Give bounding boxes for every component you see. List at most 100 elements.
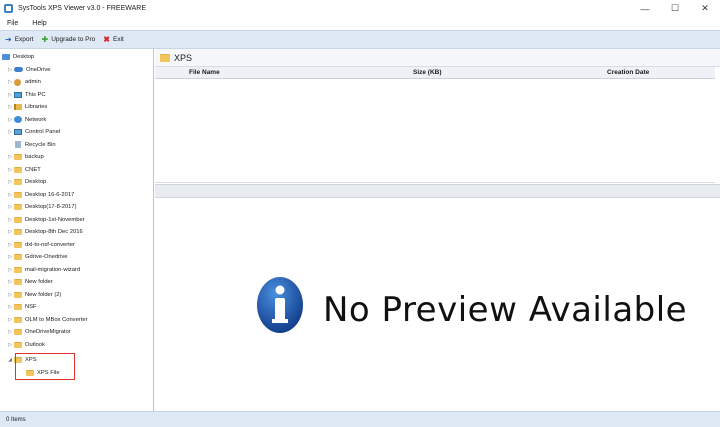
expand-arrow-icon[interactable]: ▷ <box>6 104 14 110</box>
export-button[interactable]: ➜ Export <box>5 34 34 44</box>
tree-item-label: NSF <box>25 304 37 311</box>
collapse-arrow-icon[interactable]: ◢ <box>6 357 14 363</box>
tree-item-label: Gdrive-Onedrive <box>25 254 68 261</box>
folder-icon <box>14 179 22 186</box>
menu-help[interactable]: Help <box>25 20 53 27</box>
tree-item-label: OLM to MBox Converter <box>25 316 88 323</box>
expand-arrow-icon[interactable]: ▷ <box>6 267 14 273</box>
tree-item-label: Network <box>25 116 47 123</box>
exit-button[interactable]: ✖ Exit <box>103 34 124 44</box>
column-file-name[interactable]: File Name <box>189 69 220 76</box>
tree-item-desktop-root[interactable]: Desktop <box>2 51 34 64</box>
tree-item-nsf[interactable]: ▷ NSF <box>6 301 37 314</box>
column-size[interactable]: Size (KB) <box>413 69 442 76</box>
panel-splitter[interactable] <box>155 184 720 198</box>
folder-icon <box>14 241 22 248</box>
menu-file[interactable]: File <box>0 20 25 27</box>
minimize-button[interactable]: — <box>630 0 660 17</box>
tree-item-recycle-bin[interactable]: Recycle Bin <box>6 139 56 152</box>
tree-item-label: Desktop-8th Dec 2016 <box>25 229 83 236</box>
info-icon <box>257 277 303 333</box>
folder-icon <box>14 291 22 298</box>
tree-item-gdrive-onedrive[interactable]: ▷ Gdrive-Onedrive <box>6 251 68 264</box>
folder-icon <box>14 166 22 173</box>
expand-arrow-icon[interactable]: ▷ <box>6 342 14 348</box>
expand-arrow-icon[interactable]: ▷ <box>6 117 14 123</box>
folder-icon <box>14 154 22 161</box>
tree-item-onedrivemigrator[interactable]: ▷ OneDriveMigrator <box>6 326 71 339</box>
tree-item-label: Desktop 16-6-2017 <box>25 191 75 198</box>
expand-arrow-icon[interactable]: ▷ <box>6 304 14 310</box>
folder-icon <box>14 254 22 261</box>
expand-arrow-icon[interactable]: ▷ <box>6 67 14 73</box>
status-bar: 0 Items <box>0 411 720 427</box>
expand-arrow-icon[interactable]: ▷ <box>6 317 14 323</box>
expand-arrow-icon[interactable]: ▷ <box>6 92 14 98</box>
expand-arrow-icon[interactable]: ▷ <box>6 254 14 260</box>
tree-item-desktop-8th-dec-2016[interactable]: ▷ Desktop-8th Dec 2016 <box>6 226 83 239</box>
expand-arrow-icon[interactable]: ▷ <box>6 242 14 248</box>
expand-arrow-icon[interactable]: ▷ <box>6 292 14 298</box>
library-icon <box>14 104 22 111</box>
tree-item-desktop-1st-november[interactable]: ▷ Desktop-1st-November <box>6 214 85 227</box>
tree-item-dxl-to-nsf-converter[interactable]: ▷ dxl-to-nsf-converter <box>6 239 75 252</box>
tree-item-label: New folder (2) <box>25 291 62 298</box>
tree-item-label: Control Panel <box>25 129 61 136</box>
folder-icon <box>14 329 22 336</box>
tree-item-label: New folder <box>25 279 53 286</box>
tree-item-control-panel[interactable]: ▷ Control Panel <box>6 126 60 139</box>
tree-item-outlook[interactable]: ▷ Outlook <box>6 339 45 352</box>
tree-item-this-pc[interactable]: ▷ This PC <box>6 89 46 102</box>
computer-icon <box>14 91 22 98</box>
file-list[interactable] <box>155 79 715 183</box>
status-item-count: 0 Items <box>6 416 26 423</box>
tree-item-new-folder[interactable]: ▷ New folder <box>6 276 53 289</box>
file-list-header: File Name Size (KB) Creation Date <box>155 67 715 79</box>
tree-item-desktop-16-6-2017[interactable]: ▷ Desktop 16-6-2017 <box>6 189 74 202</box>
tree-item-mail-migration-wizard[interactable]: ▷ mail-migration-wizard <box>6 264 80 277</box>
close-button[interactable]: ✕ <box>690 0 720 17</box>
folder-icon <box>14 216 22 223</box>
tree-item-network[interactable]: ▷ Network <box>6 114 46 127</box>
tree-item-olm-to-mbox-converter[interactable]: ▷ OLM to MBox Converter <box>6 314 88 327</box>
tree-item-admin[interactable]: ▷ admin <box>6 76 41 89</box>
expand-arrow-icon[interactable]: ▷ <box>6 167 14 173</box>
expand-arrow-icon[interactable]: ▷ <box>6 79 14 85</box>
tree-item-label: Desktop <box>13 54 35 61</box>
expand-arrow-icon[interactable]: ▷ <box>6 129 14 135</box>
upgrade-button[interactable]: ✚ Upgrade to Pro <box>42 35 96 44</box>
selection-highlight <box>15 353 75 380</box>
exit-label: Exit <box>113 36 124 43</box>
tree-item-desktop-17-8-2017[interactable]: ▷ Desktop(17-8-2017) <box>6 201 77 214</box>
app-icon <box>4 4 13 13</box>
expand-arrow-icon[interactable]: ▷ <box>6 204 14 210</box>
folder-icon <box>14 341 22 348</box>
tree-item-backup[interactable]: ▷ backup <box>6 151 44 164</box>
tree-item-desktop[interactable]: ▷ Desktop <box>6 176 46 189</box>
expand-arrow-icon[interactable]: ▷ <box>6 279 14 285</box>
expand-arrow-icon[interactable]: ▷ <box>6 154 14 160</box>
tree-item-label: Outlook <box>25 341 45 348</box>
tree-item-libraries[interactable]: ▷ Libraries <box>6 101 47 114</box>
export-icon: ➜ <box>5 34 12 44</box>
exit-icon: ✖ <box>103 34 110 44</box>
tree-item-label: OneDrive <box>26 66 51 73</box>
control-panel-icon <box>14 129 22 136</box>
preview-pane: No Preview Available <box>155 198 720 411</box>
tree-item-label: dxl-to-nsf-converter <box>25 241 75 248</box>
title-bar: SysTools XPS Viewer v3.0 - FREEWARE — ☐ … <box>0 0 720 17</box>
tree-item-new-folder-2[interactable]: ▷ New folder (2) <box>6 289 61 302</box>
expand-arrow-icon[interactable]: ▷ <box>6 229 14 235</box>
tree-item-onedrive[interactable]: ▷ OneDrive <box>6 64 50 77</box>
expand-arrow-icon[interactable]: ▷ <box>6 329 14 335</box>
expand-arrow-icon[interactable]: ▷ <box>6 192 14 198</box>
column-creation-date[interactable]: Creation Date <box>607 69 649 76</box>
cloud-icon <box>14 67 23 73</box>
folder-icon <box>14 304 22 311</box>
tree-item-cnet[interactable]: ▷ CNET <box>6 164 41 177</box>
tree-item-label: backup <box>25 154 44 161</box>
expand-arrow-icon[interactable]: ▷ <box>6 179 14 185</box>
folder-icon <box>14 191 22 198</box>
maximize-button[interactable]: ☐ <box>660 0 690 17</box>
expand-arrow-icon[interactable]: ▷ <box>6 217 14 223</box>
